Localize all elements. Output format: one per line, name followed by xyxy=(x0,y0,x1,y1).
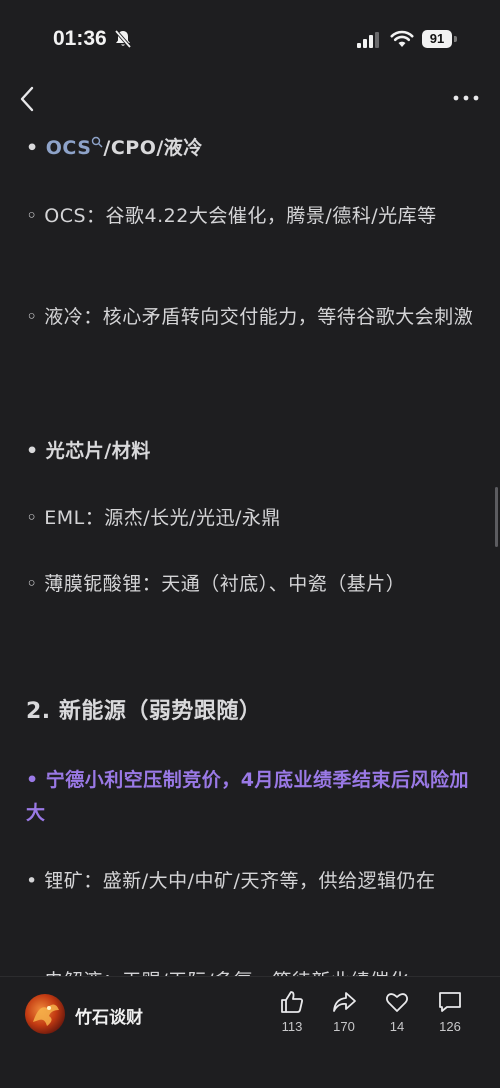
battery-indicator: 91 xyxy=(422,30,452,48)
thumbs-up-icon xyxy=(281,991,303,1013)
comment-button[interactable]: 126 xyxy=(430,989,470,1034)
favorite-button[interactable]: 14 xyxy=(377,989,417,1034)
battery-level: 91 xyxy=(429,31,445,46)
bullet-electrolyte: • 电解液：天赐/天际/多氟，等待新业绩催化 xyxy=(26,965,476,976)
heart-icon xyxy=(385,993,409,1012)
bullet-marker: • xyxy=(26,137,46,159)
mute-bell-icon xyxy=(114,29,132,49)
sub-bullet-lithium-niobate: ◦ 薄膜铌酸锂：天通（衬底）、中瓷（基片） xyxy=(26,573,406,595)
status-time: 01:36 xyxy=(53,27,107,50)
status-bar: 01:36 91 xyxy=(0,0,500,80)
back-arrow-icon[interactable] xyxy=(14,82,44,116)
author-name[interactable]: 竹石谈财 xyxy=(75,1003,143,1028)
comment-count: 126 xyxy=(439,1019,461,1034)
more-options-icon[interactable] xyxy=(450,88,482,108)
battery-cap xyxy=(454,36,457,42)
section-heading-new-energy: 2. 新能源（弱势跟随） xyxy=(26,699,262,724)
comment-bubble-icon xyxy=(439,992,461,1012)
favorite-count: 14 xyxy=(389,1019,405,1034)
like-count: 113 xyxy=(281,1019,303,1034)
phoenix-icon xyxy=(33,1004,59,1026)
sub-bullet-eml: ◦ EML：源杰/长光/光迅/永鼎 xyxy=(26,507,281,529)
ocs-link[interactable]: OCS xyxy=(46,137,92,159)
share-count: 170 xyxy=(333,1019,355,1034)
bullet-lithium-mine: • 锂矿：盛新/大中/中矿/天齐等，供给逻辑仍在 xyxy=(26,870,436,892)
sub-bullet-ocs: ◦ OCS：谷歌4.22大会催化，腾景/德科/光库等 xyxy=(26,205,437,227)
bullet-optical-chips: • 光芯片/材料 xyxy=(26,440,151,462)
wifi-icon xyxy=(390,30,414,47)
top-nav xyxy=(0,80,500,116)
bullet-catl: • 宁德小利空压制竞价，4月底业绩季结束后风险加大 xyxy=(26,769,469,824)
cellular-signal-icon xyxy=(357,32,379,48)
share-button[interactable]: 170 xyxy=(324,989,364,1034)
like-button[interactable]: 113 xyxy=(272,989,312,1034)
bullet-rest: /CPO/液冷 xyxy=(103,137,203,159)
article-content: • OCS/CPO/液冷 ◦ OCS：谷歌4.22大会催化，腾景/德科/光库等 … xyxy=(0,116,500,976)
author-avatar[interactable] xyxy=(25,994,65,1034)
scrollbar[interactable] xyxy=(495,487,498,547)
share-arrow-icon xyxy=(333,992,356,1012)
bullet-ocs-cpo: • OCS/CPO/液冷 xyxy=(26,132,476,165)
search-icon[interactable] xyxy=(91,136,103,148)
sub-bullet-cooling: ◦ 液冷：核心矛盾转向交付能力，等待谷歌大会刺激 xyxy=(26,306,474,328)
bottom-action-bar: 竹石谈财 113 170 14 126 xyxy=(0,976,500,1088)
